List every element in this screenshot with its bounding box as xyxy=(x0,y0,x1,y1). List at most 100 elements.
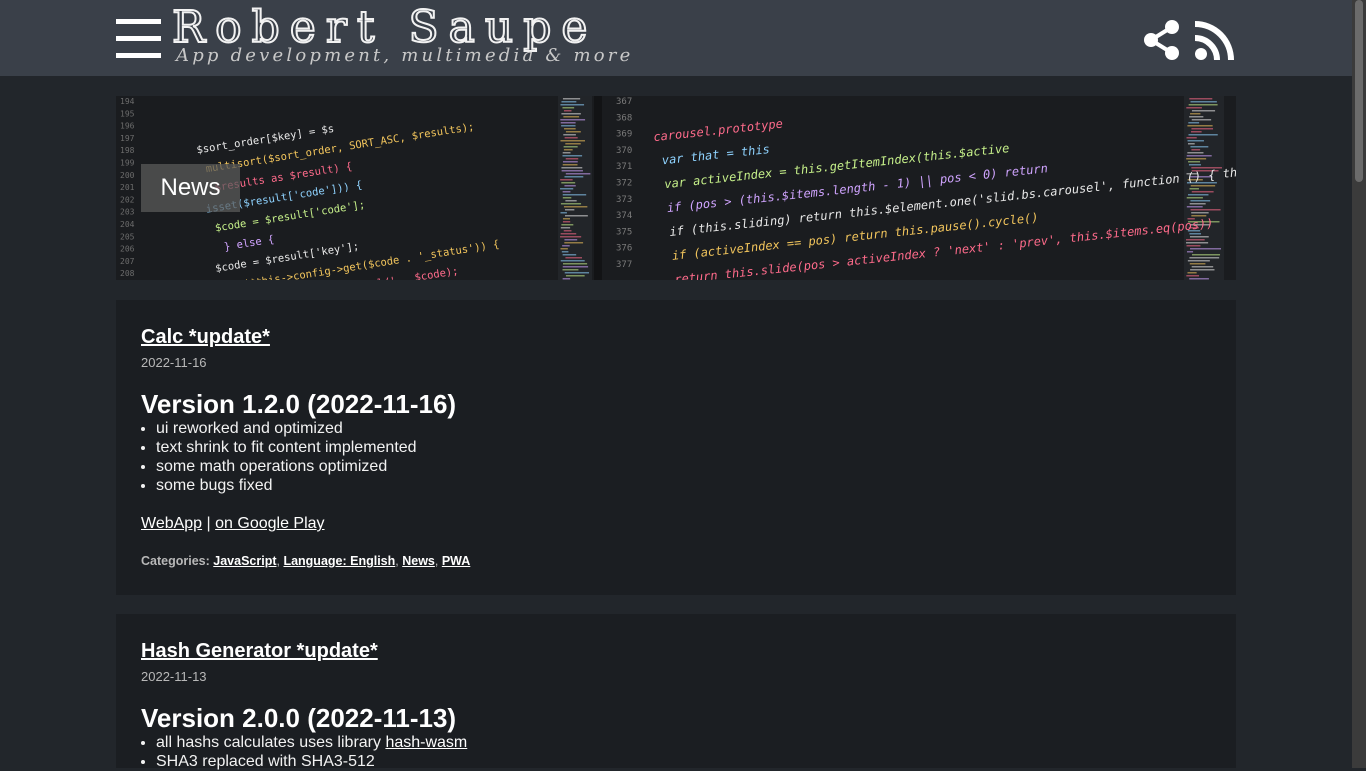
minimap-line xyxy=(562,245,570,247)
minimap-line xyxy=(560,140,586,142)
minimap-line xyxy=(561,167,583,169)
minimap-line xyxy=(562,191,571,193)
minimap-line xyxy=(562,197,572,199)
change-list: ui reworked and optimized text shrink to… xyxy=(141,419,417,495)
minimap-line xyxy=(562,263,588,265)
line-number: 208 xyxy=(120,269,135,278)
minimap-line xyxy=(560,104,585,106)
minimap-line xyxy=(1191,119,1212,121)
line-number: 377 xyxy=(616,260,632,270)
site-subtitle: App development, multimedia & more xyxy=(176,45,634,66)
minimap-line xyxy=(561,125,576,127)
minimap-line xyxy=(564,176,584,178)
minimap-line xyxy=(564,215,588,217)
google-play-link[interactable]: on Google Play xyxy=(215,515,324,532)
minimap-line xyxy=(1190,200,1211,202)
banner-label: News xyxy=(141,164,240,212)
line-number: 203 xyxy=(120,208,135,217)
minimap-line xyxy=(564,239,578,241)
menu-icon[interactable] xyxy=(116,19,161,58)
minimap-line xyxy=(562,161,578,163)
page-scrollbar[interactable] xyxy=(1352,0,1366,768)
line-number: 376 xyxy=(616,244,632,254)
minimap-line xyxy=(561,182,576,184)
category-link[interactable]: News xyxy=(402,554,435,568)
minimap-line xyxy=(563,149,573,151)
version-heading: Version 2.0.0 (2022-11-13) xyxy=(141,703,457,733)
minimap-line xyxy=(560,179,573,181)
minimap-line xyxy=(1186,137,1197,139)
minimap-line xyxy=(1186,242,1209,244)
share-icon[interactable] xyxy=(1142,19,1182,61)
hash-wasm-link[interactable]: hash-wasm xyxy=(385,734,467,751)
category-link[interactable]: PWA xyxy=(442,554,470,568)
line-number: 196 xyxy=(120,122,135,131)
minimap-line xyxy=(563,230,572,232)
minimap-line xyxy=(563,206,588,208)
minimap-line xyxy=(1189,116,1204,118)
line-number: 205 xyxy=(120,232,135,241)
minimap-line xyxy=(1189,233,1202,235)
line-number: 207 xyxy=(120,257,135,266)
minimap-line xyxy=(1190,146,1209,148)
link-separator: | xyxy=(202,515,216,532)
post-title-link[interactable]: Hash Generator *update* xyxy=(141,640,378,663)
line-number: 206 xyxy=(120,245,135,254)
minimap-line xyxy=(560,236,582,238)
minimap-line xyxy=(1188,164,1201,166)
rss-icon[interactable] xyxy=(1194,19,1236,61)
minimap-line xyxy=(564,128,576,130)
line-number: 371 xyxy=(616,162,632,172)
minimap-line xyxy=(1189,98,1213,100)
minimap-line xyxy=(1186,197,1203,199)
minimap-line xyxy=(562,98,581,100)
list-item: text shrink to fit content implemented xyxy=(156,438,417,457)
minimap-line xyxy=(1187,143,1195,145)
line-number: 375 xyxy=(616,227,632,237)
minimap-line xyxy=(1191,266,1214,268)
list-item-text: all hashs calculates uses library xyxy=(156,734,386,751)
news-banner: 194 195 196 197 198 199 200 201 202 203 204 205 206 2… xyxy=(116,96,1236,280)
line-number: 372 xyxy=(616,179,632,189)
post-title-link[interactable]: Calc *update* xyxy=(141,326,270,349)
line-number: 369 xyxy=(616,130,632,140)
minimap-line xyxy=(1189,257,1220,259)
minimap-line xyxy=(1186,245,1201,247)
minimap-line xyxy=(562,221,571,223)
change-list: all hashs calculates uses library hash-w… xyxy=(141,733,467,771)
minimap-line xyxy=(562,254,577,256)
minimap-line xyxy=(1191,110,1216,112)
minimap-line xyxy=(560,260,585,262)
minimap-line xyxy=(1190,209,1221,211)
minimap-line xyxy=(563,116,580,118)
version-heading: Version 1.2.0 (2022-11-16) xyxy=(141,389,457,419)
category-link[interactable]: JavaScript xyxy=(213,554,276,568)
minimap-line xyxy=(1187,260,1210,262)
minimap-line xyxy=(564,137,578,139)
minimap-line xyxy=(1189,263,1206,265)
minimap-line xyxy=(1190,101,1217,103)
minimap-line xyxy=(1187,251,1194,253)
minimap-line xyxy=(560,188,574,190)
minimap-line xyxy=(1187,125,1213,127)
minimap-line xyxy=(1186,239,1205,241)
minimap-line xyxy=(1189,236,1209,238)
scrollbar-thumb[interactable] xyxy=(1355,0,1363,182)
minimap-line xyxy=(1186,206,1203,208)
line-number: 195 xyxy=(120,109,135,118)
line-number: 367 xyxy=(616,97,632,107)
category-link[interactable]: Language: English xyxy=(283,554,395,568)
minimap-line xyxy=(1186,155,1212,157)
minimap-line xyxy=(560,233,577,235)
line-number: 197 xyxy=(120,134,135,143)
list-item: SHA3 replaced with SHA3-512 xyxy=(156,752,467,771)
minimap-line xyxy=(565,131,581,133)
list-item: some math operations optimized xyxy=(156,457,417,476)
line-number: 373 xyxy=(616,195,632,205)
minimap-line xyxy=(562,194,587,196)
minimap-line xyxy=(563,146,578,148)
minimap-line xyxy=(1186,275,1200,277)
minimap-line xyxy=(560,122,576,124)
line-number: 204 xyxy=(120,220,135,229)
webapp-link[interactable]: WebApp xyxy=(141,515,202,532)
